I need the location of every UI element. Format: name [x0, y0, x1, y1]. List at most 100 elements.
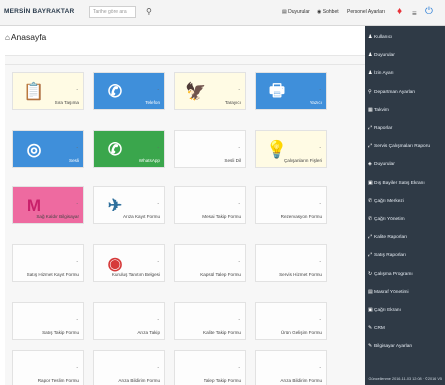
tile-indicator: -: [319, 145, 321, 151]
tile-label: Satış Takip Formu: [42, 330, 79, 335]
sidebar-item[interactable]: ⤢ Kalite Raporları: [368, 232, 444, 242]
tile-indicator: -: [238, 365, 240, 371]
tile[interactable]: - Mesai Takip Formu: [174, 186, 246, 224]
phone-icon: ✆: [107, 82, 123, 101]
sidebar-item[interactable]: ◈ Duyurular: [368, 159, 444, 169]
chat-icon: ◉: [317, 9, 322, 15]
tile-label: Servis Hizmet Formu: [279, 272, 322, 277]
tile[interactable]: - Satış Hizmet Kayıt Formu: [12, 244, 84, 282]
sidebar-item[interactable]: ▣Çağrı Ekranı: [368, 305, 444, 315]
sidebar-item[interactable]: ♟ Kullanıcı: [368, 32, 444, 42]
tile-indicator: -: [76, 365, 78, 371]
sidebar-item-label: Duyurular: [374, 162, 395, 168]
tile-label: Rezervasyon Formu: [280, 214, 322, 219]
tile-indicator: -: [238, 259, 240, 265]
tile-label: Ürün Gelişim Formu: [280, 330, 322, 335]
tile-indicator: -: [157, 145, 159, 151]
tile-label: Sesli Dil: [224, 158, 241, 163]
sidebar-item-label: Masraf Yönetimi: [374, 289, 409, 295]
tile-indicator: -: [76, 317, 78, 323]
tile-label: Arıza Takip: [137, 330, 160, 335]
tile-indicator: -: [76, 87, 78, 93]
sidebar-item[interactable]: ✎ CRM: [368, 323, 444, 333]
tile[interactable]: - Kapsül Talep Formu: [174, 244, 246, 282]
sidebar-item[interactable]: ⤢ Satış Raporları: [368, 250, 444, 260]
tile[interactable]: - Satış Takip Formu: [12, 302, 84, 340]
tile[interactable]: ◎ - Sesli: [12, 130, 84, 168]
tile[interactable]: ✆ - WhatsApp: [93, 130, 165, 168]
menu-icon[interactable]: ≡: [412, 7, 417, 21]
tile[interactable]: - Kalite Takip Formu: [174, 302, 246, 340]
page-title: ⌂Anasayfa: [5, 32, 47, 42]
tile-label: Tarayıcı: [224, 100, 241, 105]
tile-indicator: -: [157, 201, 159, 207]
tile-indicator: -: [157, 259, 159, 265]
tile[interactable]: - Arıza Bildirim Formu: [93, 350, 165, 385]
search-input[interactable]: Tarihe göre ara: [89, 6, 136, 18]
app-brand[interactable]: MERSİN BAYRAKTAR: [4, 8, 74, 15]
sidebar-item[interactable]: ▦Takvim: [368, 105, 444, 115]
tile[interactable]: - Servis Hizmet Formu: [255, 244, 327, 282]
tile[interactable]: - Arıza Takip: [93, 302, 165, 340]
sidebar-item-label: Takvim: [374, 107, 389, 113]
tile-label: Sesli: [69, 158, 79, 163]
tile[interactable]: 🦅 - Tarayıcı: [174, 72, 246, 110]
tile-indicator: -: [238, 145, 240, 151]
tile-label: Arıza Bildirim Formu: [280, 378, 322, 383]
home-icon: ⌂: [5, 33, 10, 42]
tile[interactable]: 🖶 - Yazıcı: [255, 72, 327, 110]
tile[interactable]: - Arıza Bildirim Formu: [255, 350, 327, 385]
sidebar-item[interactable]: ♟ İzin Ayarı: [368, 68, 444, 78]
sidebar-item[interactable]: ⚲ Departman Ayarları: [368, 87, 444, 97]
sidebar-item[interactable]: ♟ Duyurular: [368, 50, 444, 60]
tile-indicator: -: [76, 201, 78, 207]
tile[interactable]: 💡 - Çalışanların Fişleri: [255, 130, 327, 168]
tile[interactable]: - Ürün Gelişim Formu: [255, 302, 327, 340]
tile[interactable]: ✆ - Telefon: [93, 72, 165, 110]
top-bar: MERSİN BAYRAKTAR Tarihe göre ara ⚲ ▤ Duy…: [0, 0, 445, 26]
tile-label: Kapsül Talep Formu: [200, 272, 241, 277]
sidebar-item-label: Departman Ayarları: [374, 89, 416, 95]
version-text: Güncellenme 2016-11-03 12:08 · ©2016 V5: [368, 377, 442, 381]
nav-personal-settings[interactable]: Personel Ayarları: [347, 9, 385, 15]
tile-indicator: -: [319, 365, 321, 371]
sidebar-item[interactable]: ▤Masraf Yönetimi: [368, 287, 444, 297]
sidebar-item-label: Servis Çalışmaları Raporu: [374, 144, 430, 150]
panel-divider: [5, 64, 365, 65]
sidebar-item[interactable]: ⤢ Servis Çalışmaları Raporu: [368, 141, 444, 151]
sidebar-item-label: Çağrı Yönetim: [374, 217, 405, 222]
sidebar-item[interactable]: ✎ Bilgisayar Ayarları: [368, 341, 444, 351]
tile-label: WhatsApp: [138, 158, 160, 163]
sidebar-item[interactable]: ↻ Çalışma Programı: [368, 269, 444, 279]
sidebar: ♟ Kullanıcı ♟ Duyurular ♟ İzin Ayarı ⚲ Departma…: [365, 26, 445, 385]
nav-chat[interactable]: ◉ Sohbet: [317, 9, 339, 15]
tile-indicator: -: [157, 87, 159, 93]
power-icon[interactable]: ⏻: [425, 5, 433, 19]
sound-icon: ◎: [26, 140, 42, 159]
search-icon[interactable]: ⚲: [146, 7, 152, 17]
tile[interactable]: - Sesli Dil: [174, 130, 246, 168]
sidebar-item-label: CRM: [374, 326, 385, 332]
sidebar-item[interactable]: ✆ Çağrı Merkezi: [368, 196, 444, 206]
tile[interactable]: - Rapor Teslim Formu: [12, 350, 84, 385]
flame-icon[interactable]: ♦: [397, 5, 402, 19]
tile-label: Yazıcı: [309, 100, 322, 105]
sidebar-item[interactable]: ✆ Çağrı Yönetim: [368, 214, 444, 224]
sidebar-item-label: İzin Ayarı: [374, 71, 394, 77]
nav-announcements[interactable]: ▤ Duyurular: [282, 9, 310, 15]
tile[interactable]: - Rezervasyon Formu: [255, 186, 327, 224]
tile-label: Telefon: [145, 100, 160, 105]
sidebar-item[interactable]: ▣Dış Bayiler Satış Ekranı: [368, 178, 444, 188]
tile[interactable]: M - Sağ Kaldır Bilgisayar: [12, 186, 84, 224]
tile-indicator: -: [238, 317, 240, 323]
tile[interactable]: ✈ - Arıza Kayıt Formu: [93, 186, 165, 224]
tile-label: Rapor Teslim Formu: [37, 378, 79, 383]
whatsapp-icon: ✆: [107, 140, 123, 159]
tile-indicator: -: [319, 259, 321, 265]
sidebar-item[interactable]: ⤢ Raporlar: [368, 123, 444, 133]
tile-label: Sıra Taşıma: [54, 100, 79, 105]
tile-indicator: -: [157, 365, 159, 371]
tile[interactable]: ◉ - Kuruluş Tanıtım Belgesi: [93, 244, 165, 282]
tile[interactable]: 📋 - Sıra Taşıma: [12, 72, 84, 110]
tile[interactable]: - Talep Takip Formu: [174, 350, 246, 385]
